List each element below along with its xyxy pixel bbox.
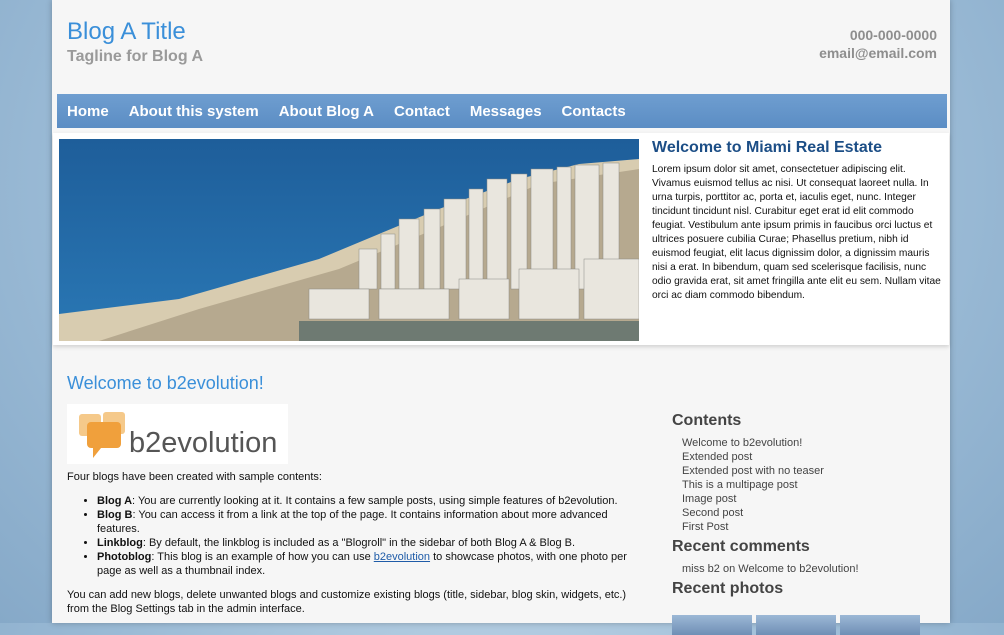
blog-tagline: Tagline for Blog A <box>67 48 203 65</box>
hero-paragraph: Lorem ipsum dolor sit amet, consectetuer… <box>652 164 941 301</box>
contact-info: 000-000-0000 email@email.com <box>819 26 937 62</box>
blog-title[interactable]: Blog A Title <box>67 18 186 46</box>
hero-heading: Welcome to Miami Real Estate <box>652 139 882 156</box>
nav-contact[interactable]: Contact <box>384 103 460 120</box>
photo-thumbnail[interactable] <box>672 615 752 635</box>
nav-contacts[interactable]: Contacts <box>552 103 636 120</box>
recent-photos-title: Recent photos <box>672 580 784 597</box>
page-container: Blog A Title Tagline for Blog A 000-000-… <box>52 0 950 635</box>
post-title[interactable]: Welcome to b2evolution! <box>67 373 264 394</box>
logo-text: b2evolution <box>129 427 277 459</box>
b2evolution-link[interactable]: b2evolution <box>374 551 430 563</box>
post-body: Four blogs have been created with sample… <box>67 470 627 626</box>
recent-comments-title: Recent comments <box>672 538 810 555</box>
miami-beach-image <box>59 139 639 341</box>
recent-photos <box>672 615 920 635</box>
list-item[interactable]: miss b2 on Welcome to b2evolution! <box>682 562 932 576</box>
recent-comments-list: miss b2 on Welcome to b2evolution! <box>672 562 932 576</box>
list-item: Blog A: You are currently looking at it.… <box>97 494 627 508</box>
list-item: Photoblog: This blog is an example of ho… <box>97 550 627 578</box>
nav-home[interactable]: Home <box>57 103 119 120</box>
nav-about-blog-a[interactable]: About Blog A <box>269 103 384 120</box>
b2evolution-logo: b2evolution <box>67 404 288 464</box>
list-item[interactable]: First Post <box>682 520 932 534</box>
hero-text: Welcome to Miami Real Estate Lorem ipsum… <box>652 139 942 303</box>
hero-banner: Welcome to Miami Real Estate Lorem ipsum… <box>53 133 949 345</box>
nav-about-system[interactable]: About this system <box>119 103 269 120</box>
photo-thumbnail[interactable] <box>756 615 836 635</box>
list-item[interactable]: Extended post <box>682 450 932 464</box>
sidebar: Contents Welcome to b2evolution! Extende… <box>672 412 932 598</box>
contents-list: Welcome to b2evolution! Extended post Ex… <box>672 436 932 534</box>
phone-number: 000-000-0000 <box>849 27 937 43</box>
post-intro: Four blogs have been created with sample… <box>67 471 322 483</box>
main-nav: Home About this system About Blog A Cont… <box>57 94 947 128</box>
email-address: email@email.com <box>819 45 937 61</box>
list-item[interactable]: Extended post with no teaser <box>682 464 932 478</box>
contents-widget-title: Contents <box>672 412 742 429</box>
list-item[interactable]: Second post <box>682 506 932 520</box>
nav-messages[interactable]: Messages <box>460 103 552 120</box>
post-outro: You can add new blogs, delete unwanted b… <box>67 589 627 615</box>
list-item[interactable]: This is a multipage post <box>682 478 932 492</box>
list-item: Blog B: You can access it from a link at… <box>97 508 627 536</box>
photo-thumbnail[interactable] <box>840 615 920 635</box>
list-item[interactable]: Image post <box>682 492 932 506</box>
list-item: Linkblog: By default, the linkblog is in… <box>97 536 627 550</box>
list-item[interactable]: Welcome to b2evolution! <box>682 436 932 450</box>
blog-list: Blog A: You are currently looking at it.… <box>67 494 627 578</box>
